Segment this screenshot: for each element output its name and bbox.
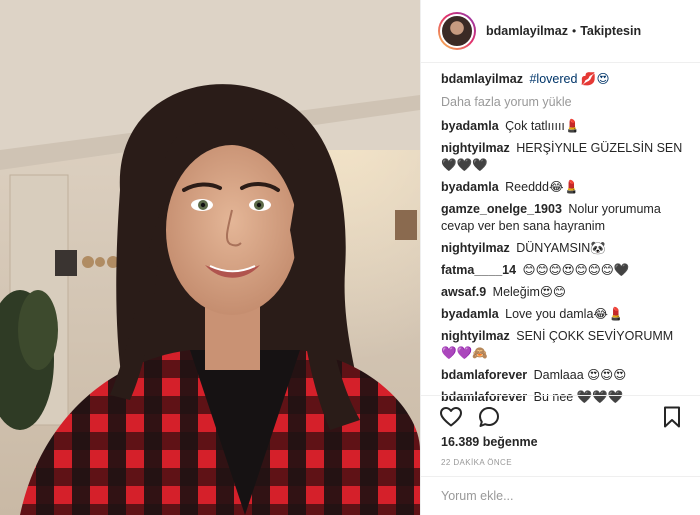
comment-username[interactable]: byadamla (441, 180, 499, 194)
comment-bubble-icon[interactable] (477, 405, 501, 429)
comment-username[interactable]: nightyilmaz (441, 241, 510, 255)
caption-username[interactable]: bdamlayilmaz (441, 72, 523, 86)
comment-username[interactable]: nightyilmaz (441, 141, 510, 155)
comment-text: 😊😊😊😍😊😊😊🖤 (522, 263, 630, 277)
post-photo[interactable] (0, 0, 420, 515)
comment-item: nightyilmaz HERŞİYNLE GÜZELSİN SEN🖤🖤🖤 (441, 140, 688, 174)
header-separator: • (571, 24, 577, 38)
header-username[interactable]: bdamlayilmaz (486, 24, 568, 38)
follow-status-button[interactable]: Takiptesin (580, 24, 641, 38)
likes-count[interactable]: 16.389 beğenme (441, 435, 538, 449)
comment-text: Love you damla😂💄 (505, 307, 624, 321)
comment-text: Damlaaa 😍😍😍 (533, 368, 627, 382)
load-more-comments-link[interactable]: Daha fazla yorum yükle (441, 94, 688, 111)
bookmark-icon[interactable] (660, 405, 684, 429)
comment-item: bdamlaforever Damlaaa 😍😍😍 (441, 367, 688, 384)
comment-text: Reeddd😂💄 (505, 180, 580, 194)
comment-username[interactable]: awsaf.9 (441, 285, 486, 299)
add-comment-input[interactable] (441, 489, 680, 503)
selfie-image (0, 0, 420, 515)
avatar-image (440, 14, 474, 48)
comments-list: bdamlayilmaz #lovered 💋😍 Daha fazla yoru… (441, 71, 688, 411)
comment-text: Meleğim😍😊 (492, 285, 566, 299)
comment-username[interactable]: byadamla (441, 119, 499, 133)
comment-username[interactable]: gamze_onelge_1903 (441, 202, 562, 216)
caption: bdamlayilmaz #lovered 💋😍 (441, 71, 688, 88)
add-comment-bar (421, 476, 700, 515)
comment-item: byadamla Love you damla😂💄 (441, 306, 688, 323)
comment-item: nightyilmaz DÜNYAMSIN🐼 (441, 240, 688, 257)
comment-item: awsaf.9 Meleğim😍😊 (441, 284, 688, 301)
post-timestamp[interactable]: 22 DAKİKA ÖNCE (441, 458, 512, 467)
post-header: bdamlayilmaz • Takiptesin (421, 0, 700, 63)
caption-text[interactable]: #lovered 💋😍 (529, 72, 609, 86)
comment-text: DÜNYAMSIN🐼 (516, 241, 606, 255)
comment-username[interactable]: nightyilmaz (441, 329, 510, 343)
action-bar (421, 395, 700, 437)
comment-text: Çok tatlııııı💄 (505, 119, 581, 133)
comment-item: byadamla Çok tatlııııı💄 (441, 118, 688, 135)
post-detail-panel: bdamlayilmaz • Takiptesin bdamlayilmaz #… (420, 0, 700, 515)
comment-username[interactable]: bdamlaforever (441, 368, 527, 382)
comment-item: gamze_onelge_1903 Nolur yorumuma cevap v… (441, 201, 688, 235)
comment-item: byadamla Reeddd😂💄 (441, 179, 688, 196)
avatar[interactable] (438, 12, 476, 50)
comment-username[interactable]: byadamla (441, 307, 499, 321)
comment-username[interactable]: fatma____14 (441, 263, 516, 277)
comment-item: nightyilmaz SENİ ÇOKK SEVİYORUMM💜💜🙈 (441, 328, 688, 362)
heart-icon[interactable] (439, 405, 463, 429)
comment-item: fatma____14 😊😊😊😍😊😊😊🖤 (441, 262, 688, 279)
